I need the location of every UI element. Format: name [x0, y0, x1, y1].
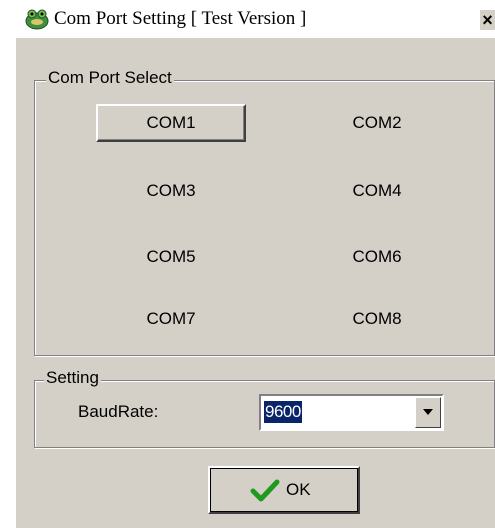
setting-label: Setting — [44, 368, 101, 388]
ok-button[interactable]: OK — [208, 466, 360, 514]
com1-button[interactable]: COM1 — [96, 104, 246, 142]
baud-rate-label: BaudRate: — [78, 402, 159, 421]
close-button[interactable]: × — [478, 8, 495, 30]
com2-button[interactable]: COM2 — [302, 104, 452, 142]
title-bar[interactable]: Com Port Setting [ Test Version ] × — [16, 0, 495, 38]
baud-rate-select[interactable]: 9600 — [259, 394, 444, 431]
chevron-down-icon — [423, 409, 433, 415]
com8-button[interactable]: COM8 — [302, 300, 452, 338]
com7-button[interactable]: COM7 — [96, 300, 246, 338]
com-port-select-label: Com Port Select — [46, 68, 174, 88]
com3-button[interactable]: COM3 — [96, 172, 246, 210]
com5-button[interactable]: COM5 — [96, 238, 246, 276]
app-frog-icon — [25, 9, 49, 30]
window-title: Com Port Setting [ Test Version ] — [54, 8, 307, 29]
ok-label: OK — [286, 480, 311, 499]
baud-rate-value: 9600 — [264, 401, 302, 423]
dropdown-arrow-button[interactable] — [415, 397, 441, 428]
checkmark-icon — [250, 479, 280, 502]
com6-button[interactable]: COM6 — [302, 238, 452, 276]
com-port-setting-dialog: Com Port Setting [ Test Version ] × Com … — [14, 0, 495, 528]
com4-button[interactable]: COM4 — [302, 172, 452, 210]
